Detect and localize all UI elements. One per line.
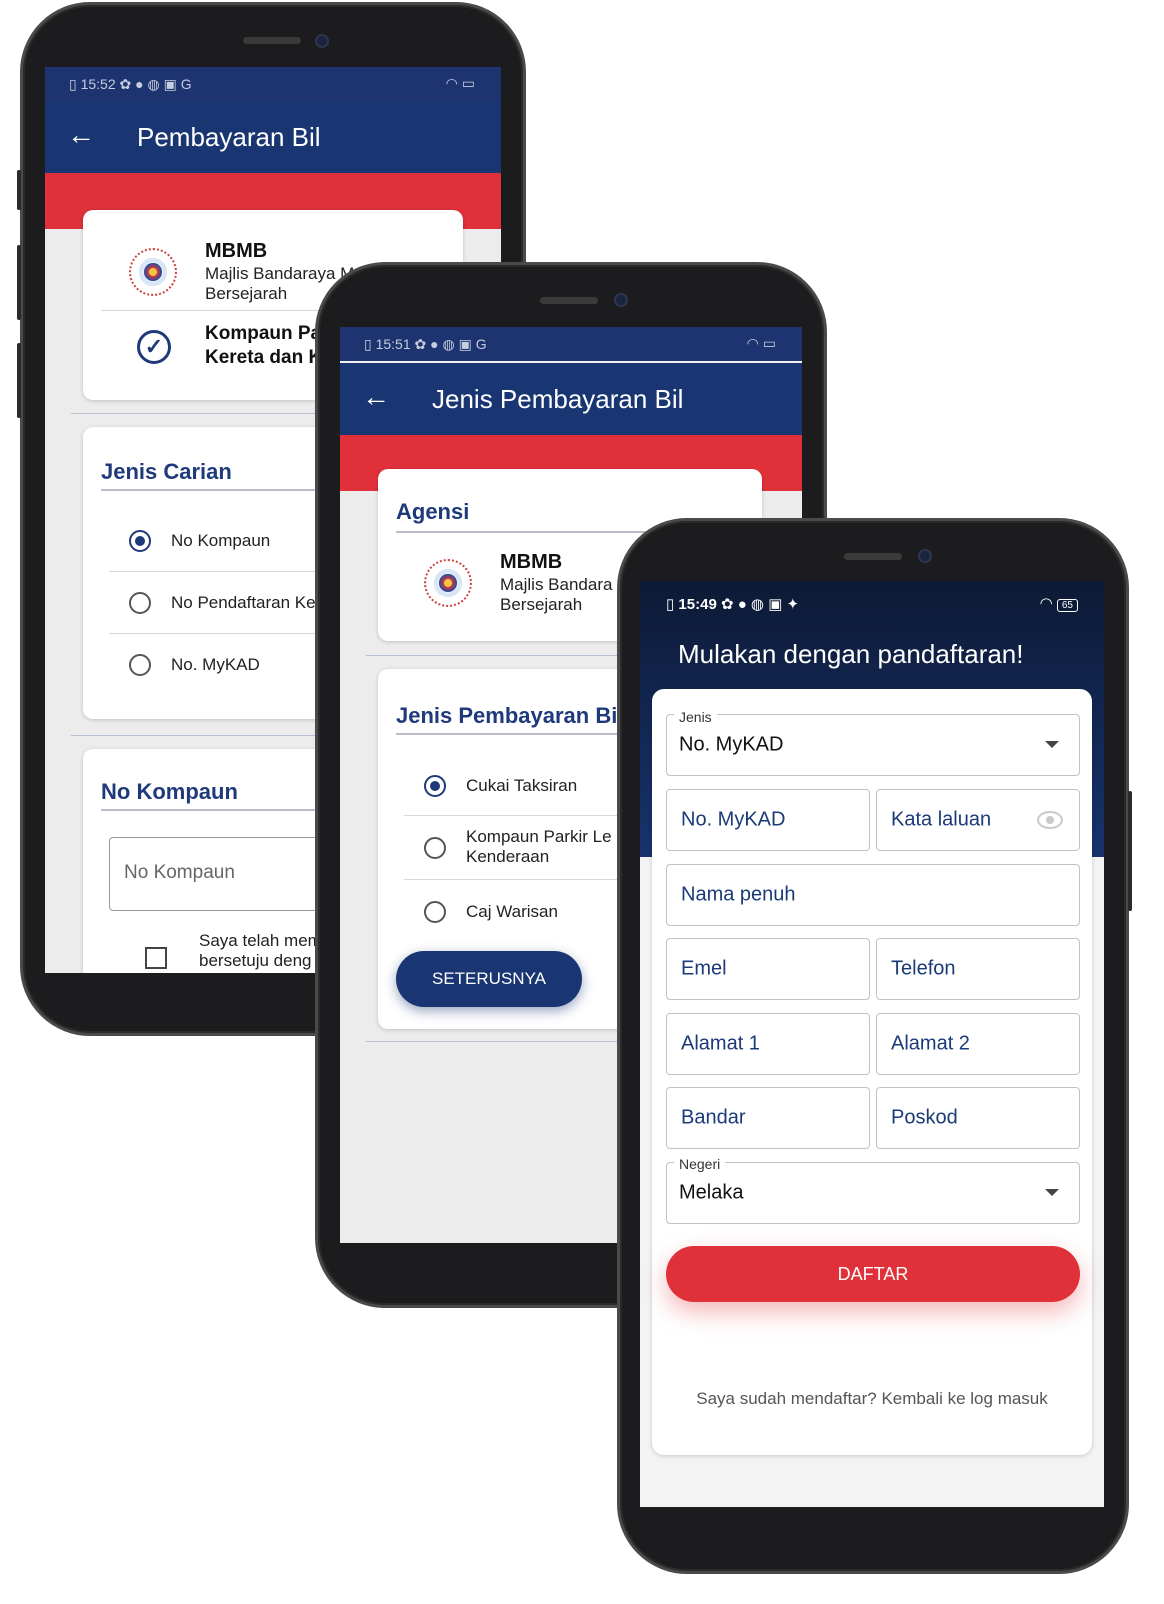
selected-bill-line2: Kereta dan K <box>205 347 323 368</box>
phone-field[interactable]: Telefon <box>876 938 1080 1000</box>
app-bar: ← Pembayaran Bil <box>45 101 501 173</box>
mykad-field[interactable]: No. MyKAD <box>666 789 870 851</box>
type-select-value: No. MyKAD <box>679 733 784 756</box>
state-select-label: Negeri <box>674 1156 726 1172</box>
status-bar: ▯ 15:51 ✿ ● ◍ ▣ G ◠ ▭ <box>340 327 802 361</box>
agree-text-line1: Saya telah mem <box>199 931 322 950</box>
status-bar: ▯ 15:49 ✿ ● ◍ ▣ ✦ ◠ 65 <box>640 581 1104 623</box>
status-time: 15:51 <box>375 336 411 352</box>
radio-caj-warisan[interactable] <box>424 901 446 923</box>
postcode-field[interactable]: Poskod <box>876 1087 1080 1149</box>
chevron-down-icon <box>1045 1189 1059 1196</box>
address1-field[interactable]: Alamat 1 <box>666 1013 870 1075</box>
phone-3-screen: ▯ 15:49 ✿ ● ◍ ▣ ✦ ◠ 65 Mulakan dengan pa… <box>640 581 1104 1507</box>
next-button[interactable]: SETERUSNYA <box>396 951 582 1007</box>
status-time: 15:49 <box>678 596 717 613</box>
check-circle-icon: ✓ <box>137 330 171 364</box>
radio-cukai-taksiran[interactable] <box>424 775 446 797</box>
battery-level: 65 <box>1056 599 1078 612</box>
radio-kompaun-parkir[interactable] <box>424 837 446 859</box>
registration-card: No. MyKAD Jenis No. MyKAD Kata laluan Na… <box>652 689 1092 1455</box>
agency-code: MBMB <box>500 551 563 573</box>
back-arrow-icon[interactable]: ← <box>362 381 390 413</box>
status-bar: ▯ 15:52 ✿ ● ◍ ▣ G ◠ ▭ <box>45 67 501 101</box>
radio-no-kompaun[interactable] <box>129 530 151 552</box>
back-to-login-link[interactable]: Saya sudah mendaftar? Kembali ke log mas… <box>652 1389 1092 1409</box>
next-button-label: SETERUSNYA <box>432 969 546 988</box>
state-select-value: Melaka <box>679 1181 744 1204</box>
type-select-label: Jenis <box>674 709 717 725</box>
option-kompaun-parkir[interactable]: Kompaun Parkir Le <box>466 827 612 847</box>
chevron-down-icon <box>1045 741 1059 748</box>
phone-3-frame: ▯ 15:49 ✿ ● ◍ ▣ ✦ ◠ 65 Mulakan dengan pa… <box>617 518 1132 1574</box>
registration-heading: Mulakan dengan pandaftaran! <box>678 639 1024 669</box>
radio-no-pendaftaran[interactable] <box>129 592 151 614</box>
password-field[interactable]: Kata laluan <box>876 789 1080 851</box>
eye-icon[interactable] <box>1037 811 1063 829</box>
mbmb-logo <box>424 559 472 607</box>
register-button-label: DAFTAR <box>837 1264 909 1284</box>
compound-title: No Kompaun <box>101 779 238 804</box>
state-select[interactable]: Melaka <box>666 1162 1080 1224</box>
option-cukai-taksiran[interactable]: Cukai Taksiran <box>466 776 577 796</box>
agency-name-line2: Bersejarah <box>500 595 583 614</box>
agency-name-line1: Majlis Bandara <box>500 575 613 594</box>
option-no-kompaun[interactable]: No Kompaun <box>171 531 270 551</box>
address2-field[interactable]: Alamat 2 <box>876 1013 1080 1075</box>
option-no-pendaftaran[interactable]: No Pendaftaran Ke <box>171 593 316 613</box>
back-arrow-icon[interactable]: ← <box>67 119 95 151</box>
page-title: Pembayaran Bil <box>137 122 321 152</box>
agency-name-line2: Bersejarah <box>205 284 288 303</box>
search-type-title: Jenis Carian <box>101 459 232 484</box>
selected-bill-line1: Kompaun Pa <box>205 323 322 344</box>
option-kompaun-parkir-line2: Kenderaan <box>466 847 550 866</box>
page-title: Jenis Pembayaran Bil <box>432 384 684 414</box>
radio-mykad[interactable] <box>129 654 151 676</box>
fullname-field[interactable]: Nama penuh <box>666 864 1080 926</box>
agree-checkbox[interactable] <box>145 947 167 969</box>
mbmb-logo <box>129 248 177 296</box>
email-field[interactable]: Emel <box>666 938 870 1000</box>
app-bar: ← Jenis Pembayaran Bil <box>340 363 802 435</box>
city-field[interactable]: Bandar <box>666 1087 870 1149</box>
compound-placeholder: No Kompaun <box>124 862 235 883</box>
agree-text-line2: bersetuju deng <box>199 951 312 970</box>
register-button[interactable]: DAFTAR <box>666 1246 1080 1302</box>
agency-code: MBMB <box>205 240 268 262</box>
status-time: 15:52 <box>80 76 116 92</box>
agency-title: Agensi <box>396 499 470 524</box>
option-mykad[interactable]: No. MyKAD <box>171 655 260 675</box>
payment-type-title: Jenis Pembayaran Bi <box>396 703 618 728</box>
option-caj-warisan[interactable]: Caj Warisan <box>466 902 558 922</box>
type-select[interactable]: No. MyKAD <box>666 714 1080 776</box>
